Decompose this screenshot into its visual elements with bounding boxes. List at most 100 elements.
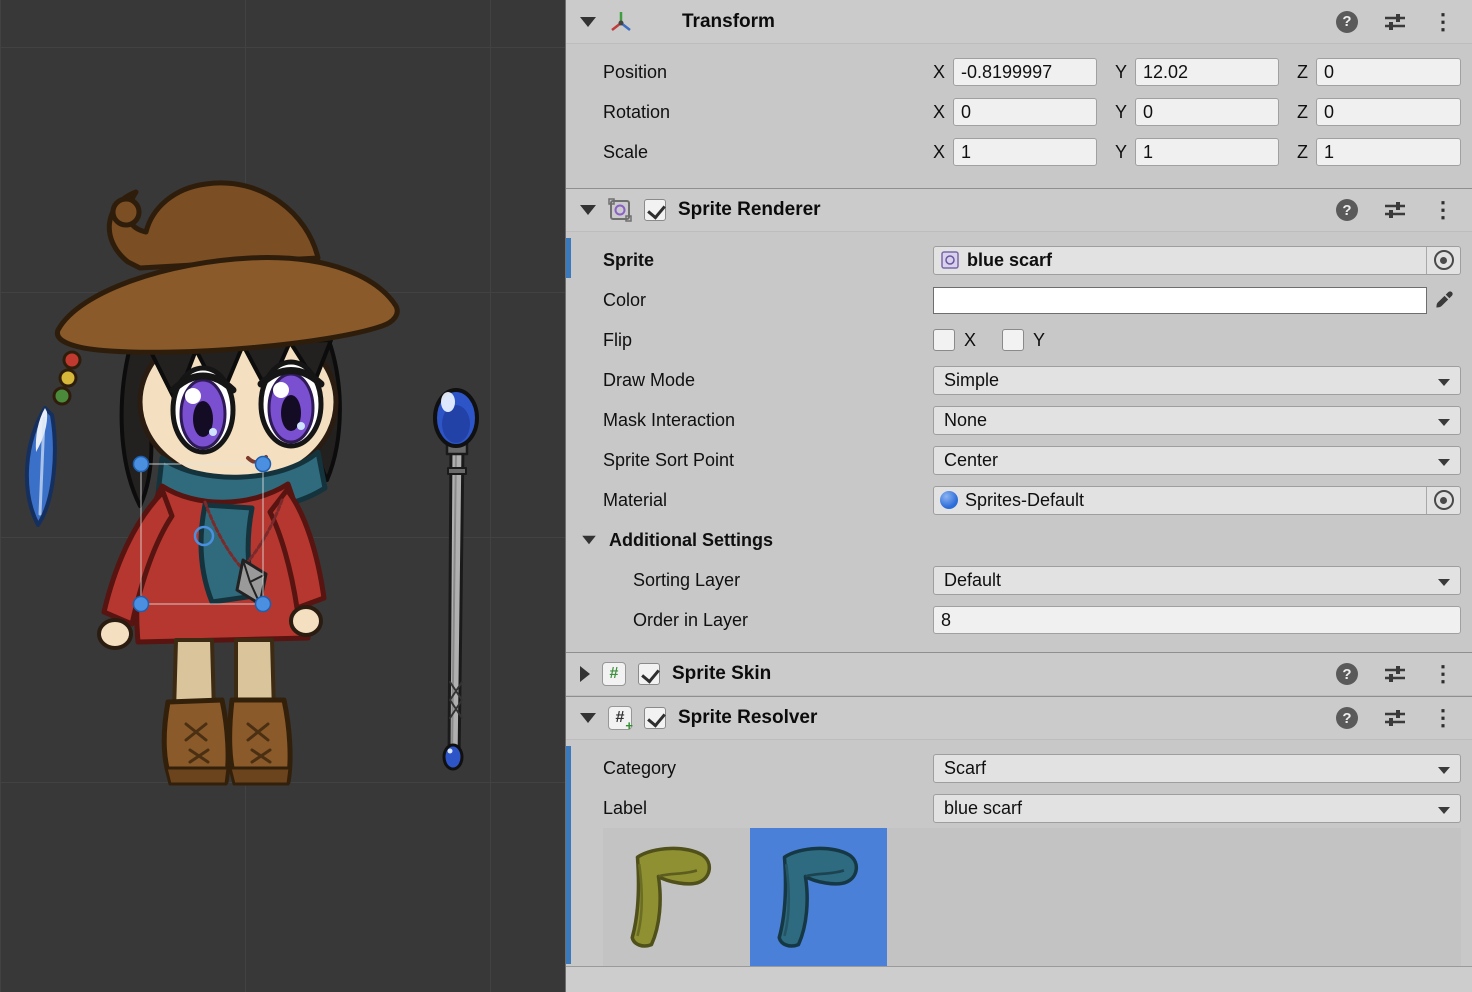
flip-y-checkbox[interactable]	[1002, 329, 1024, 351]
sprite-value: blue scarf	[967, 250, 1052, 271]
order-in-layer-label: Order in Layer	[633, 610, 933, 631]
y-axis-label: Y	[1115, 142, 1127, 163]
color-swatch[interactable]	[933, 287, 1427, 314]
scene-view[interactable]	[0, 0, 565, 992]
order-in-layer-field[interactable]: 8	[933, 606, 1461, 634]
category-dropdown[interactable]: Scarf	[933, 754, 1461, 783]
sprite-sort-point-value: Center	[944, 450, 998, 471]
rotation-label: Rotation	[603, 102, 933, 123]
selection-handle	[256, 597, 271, 612]
sprite-sort-point-label: Sprite Sort Point	[603, 450, 933, 471]
component-enabled-checkbox[interactable]	[644, 199, 666, 221]
draw-mode-dropdown[interactable]: Simple	[933, 366, 1461, 395]
sprite-skin-script-icon: #	[602, 662, 626, 686]
mask-interaction-row: Mask Interaction None	[566, 400, 1472, 440]
help-icon[interactable]: ?	[1336, 707, 1358, 729]
flip-x-checkbox[interactable]	[933, 329, 955, 351]
help-icon[interactable]: ?	[1336, 11, 1358, 33]
sprite-resolver-script-icon: #+	[608, 706, 632, 730]
foldout-arrow-icon[interactable]	[580, 17, 596, 27]
position-x-field[interactable]: -0.8199997	[953, 58, 1097, 86]
selection-handle	[256, 457, 271, 472]
flip-label: Flip	[603, 330, 933, 351]
sprite-skin-header[interactable]: # Sprite Skin ? ⋮	[566, 652, 1472, 696]
more-menu-icon[interactable]: ⋮	[1432, 707, 1454, 729]
label-dropdown[interactable]: blue scarf	[933, 794, 1461, 823]
y-axis-label: Y	[1115, 62, 1127, 83]
foldout-arrow-icon[interactable]	[580, 205, 596, 215]
sprite-resolver-title: Sprite Resolver	[678, 707, 817, 729]
material-icon	[940, 491, 958, 509]
help-icon[interactable]: ?	[1336, 663, 1358, 685]
sorting-layer-row: Sorting Layer Default	[566, 560, 1472, 600]
sprite-renderer-header[interactable]: Sprite Renderer ? ⋮	[566, 188, 1472, 232]
draw-mode-row: Draw Mode Simple	[566, 360, 1472, 400]
color-row: Color	[566, 280, 1472, 320]
transform-header[interactable]: Transform ? ⋮	[566, 0, 1472, 44]
rotation-row: Rotation X 0 Y 0 Z 0	[566, 92, 1472, 132]
x-axis-label: X	[933, 102, 945, 123]
blue-scarf-thumbnail[interactable]	[750, 828, 887, 966]
sorting-layer-dropdown[interactable]: Default	[933, 566, 1461, 595]
staff-sprite	[435, 390, 477, 769]
additional-settings-row[interactable]: Additional Settings	[566, 520, 1472, 560]
inspector-panel: Transform ? ⋮ Position X -0.8199997 Y 12…	[565, 0, 1472, 992]
foldout-arrow-icon[interactable]	[580, 666, 590, 682]
label-label: Label	[603, 798, 933, 819]
material-object-field[interactable]: Sprites-Default	[933, 486, 1461, 515]
presets-icon[interactable]	[1384, 201, 1406, 219]
sprite-label: Sprite	[603, 250, 933, 271]
mask-interaction-dropdown[interactable]: None	[933, 406, 1461, 435]
foldout-arrow-icon[interactable]	[580, 713, 596, 723]
object-picker-icon[interactable]	[1426, 247, 1460, 274]
sprite-sort-point-row: Sprite Sort Point Center	[566, 440, 1472, 480]
more-menu-icon[interactable]: ⋮	[1432, 11, 1454, 33]
more-menu-icon[interactable]: ⋮	[1432, 199, 1454, 221]
material-row: Material Sprites-Default	[566, 480, 1472, 520]
material-value: Sprites-Default	[965, 490, 1084, 511]
sprite-variant-strip	[603, 828, 1461, 966]
object-picker-icon[interactable]	[1426, 487, 1460, 514]
z-axis-label: Z	[1297, 62, 1308, 83]
green-scarf-thumbnail[interactable]	[603, 828, 740, 966]
presets-icon[interactable]	[1384, 13, 1406, 31]
rotation-x-field[interactable]: 0	[953, 98, 1097, 126]
position-row: Position X -0.8199997 Y 12.02 Z 0	[566, 52, 1472, 92]
component-enabled-checkbox[interactable]	[638, 663, 660, 685]
scale-x-field[interactable]: 1	[953, 138, 1097, 166]
component-enabled-checkbox[interactable]	[644, 707, 666, 729]
x-axis-label: X	[933, 62, 945, 83]
transform-title: Transform	[682, 11, 775, 33]
scene-canvas	[0, 0, 565, 992]
position-label: Position	[603, 62, 933, 83]
more-menu-icon[interactable]: ⋮	[1432, 663, 1454, 685]
scale-y-field[interactable]: 1	[1135, 138, 1279, 166]
help-icon[interactable]: ?	[1336, 199, 1358, 221]
material-label: Material	[603, 490, 933, 511]
scale-z-field[interactable]: 1	[1316, 138, 1461, 166]
position-z-field[interactable]: 0	[1316, 58, 1461, 86]
category-value: Scarf	[944, 758, 986, 779]
scale-row: Scale X 1 Y 1 Z 1	[566, 132, 1472, 172]
foldout-arrow-icon[interactable]	[582, 536, 596, 545]
selection-handle	[134, 457, 149, 472]
sprite-row: Sprite blue scarf	[566, 240, 1472, 280]
rotation-z-field[interactable]: 0	[1316, 98, 1461, 126]
sprite-sort-point-dropdown[interactable]: Center	[933, 446, 1461, 475]
flip-x-label: X	[964, 330, 976, 351]
position-y-field[interactable]: 12.02	[1135, 58, 1279, 86]
presets-icon[interactable]	[1384, 709, 1406, 727]
sorting-layer-label: Sorting Layer	[633, 570, 933, 591]
sprite-object-field[interactable]: blue scarf	[933, 246, 1461, 275]
inspector-footer	[566, 966, 1472, 992]
selection-handle	[134, 597, 149, 612]
sprite-resolver-header[interactable]: #+ Sprite Resolver ? ⋮	[566, 696, 1472, 740]
presets-icon[interactable]	[1384, 665, 1406, 683]
flip-row: Flip X Y	[566, 320, 1472, 360]
eyedropper-icon[interactable]	[1427, 287, 1461, 314]
color-label: Color	[603, 290, 933, 311]
x-axis-label: X	[933, 142, 945, 163]
z-axis-label: Z	[1297, 102, 1308, 123]
order-in-layer-row: Order in Layer 8	[566, 600, 1472, 640]
rotation-y-field[interactable]: 0	[1135, 98, 1279, 126]
